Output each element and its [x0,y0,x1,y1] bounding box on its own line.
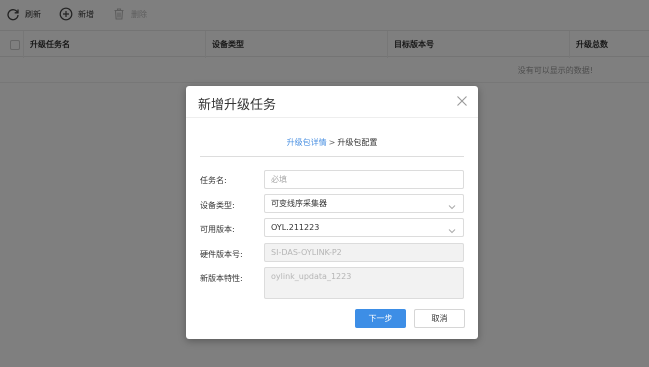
available-version-label: 可用版本: [200,225,235,234]
hardware-version-input: SI-DAS-OYLINK-P2 [264,243,464,262]
step-package-config: 升级包配置 [337,138,378,147]
dialog-title: 新增升级任务 [198,98,277,113]
new-features-label: 新版本特性: [200,274,243,283]
task-name-label: 任务名: [200,176,227,185]
steps-divider [200,156,464,157]
available-version-select[interactable]: OYL.211223 [264,218,464,237]
new-features-textarea: oylink_updata_1223 [264,267,464,299]
dialog-header-divider [186,117,478,118]
chevron-down-icon [448,224,456,234]
chevron-down-icon [448,200,456,210]
task-name-input[interactable]: 必填 [264,170,464,189]
device-type-select[interactable]: 可变线序采集器 [264,194,464,213]
device-type-label: 设备类型: [200,201,235,210]
step-breadcrumb: 升级包详情 > 升级包配置 [186,137,478,148]
add-upgrade-task-dialog: 新增升级任务 升级包详情 > 升级包配置 任务名: 必填 设备类型: 可变线序采集器… [186,86,478,339]
step-package-details: 升级包详情 [286,138,327,147]
device-type-value: 可变线序采集器 [271,199,327,208]
next-step-button[interactable]: 下一步 [355,309,406,328]
available-version-value: OYL.211223 [271,223,320,232]
cancel-button[interactable]: 取消 [414,309,465,328]
step-separator: > [328,138,336,147]
hardware-version-label: 硬件版本号: [200,250,243,259]
close-icon[interactable] [456,95,468,107]
